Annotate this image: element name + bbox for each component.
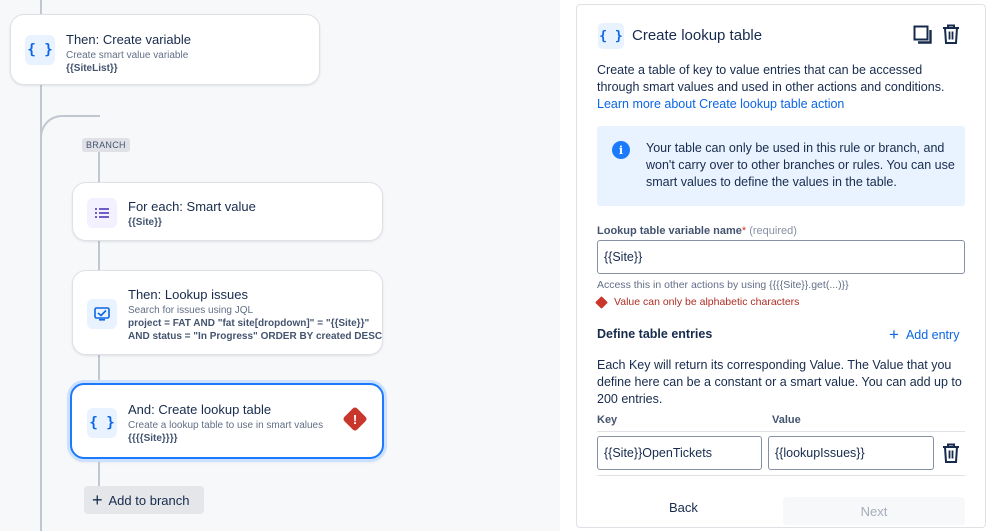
- rule-canvas: { } Then: Create variable Create smart v…: [0, 0, 560, 531]
- add-entry-label: Add entry: [905, 327, 960, 342]
- table-divider: [597, 431, 965, 432]
- required-mark: *: [741, 225, 747, 237]
- lookup-name-input[interactable]: {{Site}}: [597, 240, 965, 274]
- value-column-header: Value: [772, 414, 801, 426]
- create-lookup-card[interactable]: { } And: Create lookup table Create a lo…: [70, 383, 384, 459]
- search-screen-icon: [87, 299, 117, 329]
- info-icon: i: [612, 141, 630, 159]
- card-subtitle: Search for issues using JQL: [128, 305, 254, 316]
- validation-error: Value can only be alphabetic characters: [595, 295, 800, 309]
- card-value: {{{{Site}}}}: [128, 433, 178, 444]
- connector-line: [40, 0, 42, 14]
- required-text: (required): [749, 225, 797, 237]
- name-label-text: Lookup table variable name: [597, 225, 742, 237]
- error-text: Value can only be alphabetic characters: [614, 296, 800, 308]
- lookup-issues-card[interactable]: Then: Lookup issues Search for issues us…: [72, 270, 383, 355]
- plus-icon: +: [92, 490, 103, 510]
- back-button[interactable]: Back: [669, 500, 698, 515]
- connector-line: [98, 354, 100, 384]
- table-divider: [597, 475, 965, 476]
- add-entry-button[interactable]: + Add entry: [889, 326, 959, 343]
- key-column-header: Key: [597, 414, 618, 426]
- entries-description: Each Key will return its corresponding V…: [597, 358, 962, 406]
- section-title: Define table entries: [597, 327, 713, 341]
- card-value: {{Site}}: [128, 217, 162, 228]
- add-to-branch-button[interactable]: + Add to branch: [84, 486, 204, 514]
- list-icon: [87, 198, 117, 228]
- description-text: Create a table of key to value entries t…: [597, 63, 945, 94]
- copy-icon[interactable]: [913, 25, 933, 45]
- trash-icon[interactable]: [940, 23, 962, 45]
- entry-value-input[interactable]: {{lookupIssues}}: [768, 436, 934, 470]
- error-mark: !: [352, 411, 358, 427]
- panel-description: Create a table of key to value entries t…: [597, 62, 965, 113]
- card-subtitle: Create a lookup table to use in smart va…: [128, 420, 324, 431]
- jql-line: project = FAT AND "fat site[dropdown]" =…: [128, 318, 370, 329]
- info-text: Your table can only be used in this rule…: [646, 141, 955, 189]
- add-to-branch-label: Add to branch: [108, 492, 190, 508]
- panel-title: Create lookup table: [632, 27, 763, 44]
- config-panel: { } Create lookup table Create a table o…: [576, 4, 986, 528]
- branch-tag: BRANCH: [82, 138, 130, 152]
- for-each-card[interactable]: For each: Smart value {{Site}}: [72, 182, 383, 241]
- jql-line: AND status = "In Progress" ORDER BY crea…: [128, 331, 383, 342]
- info-banner: i Your table can only be used in this ru…: [597, 126, 965, 206]
- learn-more-link[interactable]: Learn more about Create lookup table act…: [597, 97, 844, 111]
- card-title: For each: Smart value: [128, 199, 256, 214]
- braces-icon: { }: [598, 23, 624, 49]
- connector-line: [98, 460, 100, 488]
- card-value: {{SiteList}}: [66, 63, 118, 74]
- next-button[interactable]: Next: [783, 497, 965, 525]
- plus-icon: +: [889, 325, 899, 344]
- card-subtitle: Create smart value variable: [66, 50, 189, 61]
- card-title: Then: Create variable: [66, 32, 192, 47]
- entry-key-input[interactable]: {{Site}}OpenTickets: [597, 436, 762, 470]
- delete-entry-icon[interactable]: [940, 442, 962, 464]
- braces-icon: { }: [87, 408, 117, 438]
- braces-icon: { }: [25, 35, 55, 65]
- card-title: Then: Lookup issues: [128, 287, 248, 302]
- create-variable-card[interactable]: { } Then: Create variable Create smart v…: [10, 14, 320, 85]
- connector-line: [98, 240, 100, 270]
- card-title: And: Create lookup table: [128, 402, 272, 417]
- help-text: Access this in other actions by using {{…: [597, 279, 849, 291]
- error-icon: [595, 295, 608, 309]
- connector-line: [98, 150, 100, 182]
- name-field-label: Lookup table variable name* (required): [597, 225, 797, 237]
